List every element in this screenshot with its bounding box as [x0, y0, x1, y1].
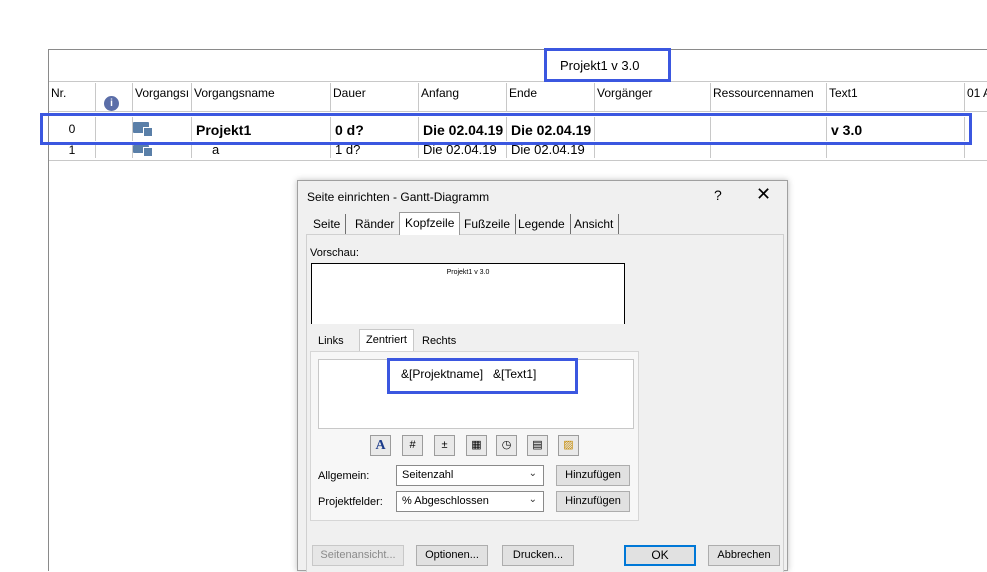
highlight-project-title: [544, 48, 671, 82]
time-icon[interactable]: ◷: [496, 435, 517, 456]
column-header-ressourcennamen[interactable]: Ressourcennamen: [711, 83, 827, 111]
page-count-icon[interactable]: ±: [434, 435, 455, 456]
subtab-links[interactable]: Links: [312, 331, 350, 351]
row-1-mode[interactable]: [133, 144, 192, 158]
help-button[interactable]: ?: [714, 187, 722, 203]
highlight-header-content: [387, 358, 578, 394]
font-icon[interactable]: A: [370, 435, 391, 456]
subtab-rechts[interactable]: Rechts: [416, 331, 462, 351]
column-header-vorgaenger[interactable]: Vorgänger: [595, 83, 711, 111]
column-header-nr[interactable]: Nr.: [49, 83, 96, 111]
projektfelder-select[interactable]: % Abgeschlossen ⌄: [396, 491, 544, 512]
picture-icon[interactable]: ▨: [558, 435, 579, 456]
header-title-area: Projekt1 v 3.0: [49, 50, 987, 82]
row-1-indicator[interactable]: [96, 144, 133, 158]
allgemein-label: Allgemein:: [318, 470, 370, 482]
highlight-summary-row: [40, 113, 972, 145]
allgemein-select-value: Seitenzahl: [402, 469, 454, 481]
chevron-down-icon: ⌄: [528, 494, 537, 505]
row-1-dauer[interactable]: 1 d?: [331, 144, 419, 158]
column-header-text1[interactable]: Text1: [827, 83, 965, 111]
subtab-zentriert[interactable]: Zentriert: [359, 329, 414, 351]
info-icon: i: [104, 96, 119, 111]
column-header-ende[interactable]: Ende: [507, 83, 595, 111]
close-icon[interactable]: ✕: [756, 184, 771, 205]
dialog-title: Seite einrichten - Gantt-Diagramm: [307, 190, 490, 204]
ok-button[interactable]: OK: [624, 545, 696, 566]
options-button[interactable]: Optionen...: [416, 545, 488, 566]
file-name-icon[interactable]: ▤: [527, 435, 548, 456]
header-divider: [49, 111, 987, 112]
row-divider: [49, 160, 987, 161]
row-1-vorgaenger[interactable]: [595, 144, 711, 158]
column-header-indicators[interactable]: i: [96, 83, 133, 111]
chevron-down-icon: ⌄: [528, 468, 537, 479]
row-1-ende[interactable]: Die 02.04.19: [507, 144, 595, 158]
row-1-ressourcen[interactable]: [711, 144, 827, 158]
row-1-nr[interactable]: 1: [49, 144, 96, 158]
preview-text: Projekt1 v 3.0: [446, 269, 490, 276]
preview-label: Vorschau:: [310, 247, 359, 259]
row-1-name[interactable]: a: [192, 144, 331, 158]
column-header-dauer[interactable]: Dauer: [331, 83, 419, 111]
column-header-timescale[interactable]: 01 A: [965, 83, 987, 111]
allgemein-select[interactable]: Seitenzahl ⌄: [396, 465, 544, 486]
tab-legende[interactable]: Legende: [513, 214, 571, 234]
tab-ansicht[interactable]: Ansicht: [569, 214, 620, 234]
header-preview: Projekt1 v 3.0: [311, 263, 625, 324]
tab-fusszeile[interactable]: Fußzeile: [459, 214, 517, 234]
column-header-vorgangsname[interactable]: Vorgangsname: [192, 83, 331, 111]
date-icon[interactable]: ▦: [466, 435, 487, 456]
projektfelder-label: Projektfelder:: [318, 496, 383, 508]
column-header-anfang[interactable]: Anfang: [419, 83, 507, 111]
print-button[interactable]: Drucken...: [502, 545, 574, 566]
add-general-button[interactable]: Hinzufügen: [556, 465, 630, 486]
column-header-vorgangsmodus[interactable]: Vorgangsı: [133, 83, 192, 111]
page-number-icon[interactable]: #: [402, 435, 423, 456]
add-project-field-button[interactable]: Hinzufügen: [556, 491, 630, 512]
cancel-button[interactable]: Abbrechen: [708, 545, 780, 566]
tab-seite[interactable]: Seite: [308, 214, 347, 234]
tab-kopfzeile[interactable]: Kopfzeile: [399, 212, 461, 235]
auto-scheduled-task-icon: [133, 145, 153, 157]
projektfelder-select-value: % Abgeschlossen: [402, 495, 489, 507]
row-1-text1[interactable]: [827, 144, 965, 158]
row-1-anfang[interactable]: Die 02.04.19: [419, 144, 507, 158]
tab-raender[interactable]: Ränder: [350, 214, 401, 234]
page-setup-dialog: Seite einrichten - Gantt-Diagramm ? ✕ Se…: [297, 180, 788, 572]
print-preview-button[interactable]: Seitenansicht...: [312, 545, 404, 566]
